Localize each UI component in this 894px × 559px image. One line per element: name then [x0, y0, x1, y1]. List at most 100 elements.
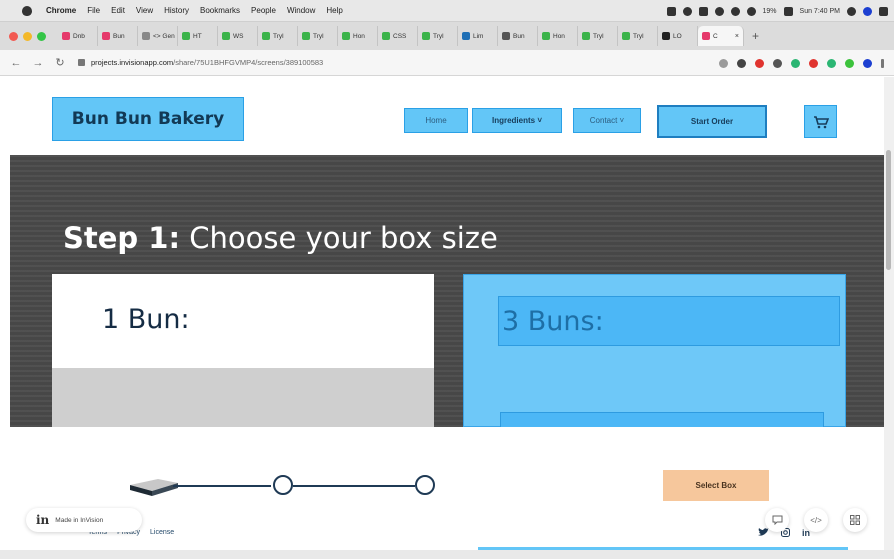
box-option-three-label-hotspot[interactable]: 3 Buns:	[498, 296, 840, 346]
browser-tab[interactable]: LO	[658, 26, 698, 46]
extension-green-icon[interactable]	[845, 58, 854, 68]
tab-favicon	[622, 32, 630, 40]
browser-tab[interactable]: Hon	[538, 26, 578, 46]
menu-edit[interactable]: Edit	[111, 6, 125, 15]
nav-ingredients-hotspot[interactable]: Ingredients ˅	[472, 108, 562, 133]
tab-favicon	[222, 32, 230, 40]
battery-icon[interactable]	[783, 6, 793, 16]
menu-people[interactable]: People	[251, 6, 276, 15]
tab-label: <> Gen	[153, 32, 175, 40]
tab-favicon	[702, 32, 710, 40]
reload-icon[interactable]: ↻	[54, 56, 66, 69]
menu-bar: Chrome File Edit View History Bookmarks …	[0, 0, 894, 22]
url-bar[interactable]: projects.invisionapp.com/share/75U1BHFGV…	[78, 58, 658, 67]
tab-label: Tryl	[633, 32, 644, 40]
tab-favicon	[542, 32, 550, 40]
code-icon: </>	[810, 515, 822, 525]
menu-history[interactable]: History	[164, 6, 189, 15]
browser-tab[interactable]: Tryl	[298, 26, 338, 46]
sync-icon[interactable]	[714, 6, 724, 16]
nav-home: Home	[425, 116, 447, 125]
browser-tab[interactable]: HT	[178, 26, 218, 46]
invision-badge-text: Made in InVision	[55, 516, 104, 524]
menu-bookmarks[interactable]: Bookmarks	[200, 6, 240, 15]
browser-tab[interactable]: Tryl	[618, 26, 658, 46]
prototype-page: Bun Bun Bakery Home Ingredients ˅ Contac…	[10, 77, 884, 550]
spotlight-icon[interactable]	[847, 6, 856, 16]
status-icon[interactable]	[682, 6, 692, 16]
extension-red-icon[interactable]	[809, 58, 818, 68]
invision-badge[interactable]: in Made in InVision	[26, 508, 142, 532]
tab-label: HT	[193, 32, 202, 40]
time-machine-icon[interactable]	[730, 6, 740, 16]
screens-tool-button[interactable]	[843, 508, 867, 532]
menu-clock[interactable]: Sun 7:40 PM	[800, 8, 840, 15]
back-arrow-icon[interactable]: ←	[10, 57, 22, 69]
extension-red-icon[interactable]	[755, 58, 764, 68]
menu-help[interactable]: Help	[326, 6, 342, 15]
new-tab-button[interactable]: +	[752, 29, 759, 43]
comment-tool-button[interactable]	[765, 508, 789, 532]
footer-link-license[interactable]: License	[150, 529, 174, 536]
box-option-one[interactable]: 1 Bun:	[52, 274, 434, 427]
profile-avatar[interactable]	[863, 58, 872, 68]
browser-tab[interactable]: Tryl	[258, 26, 298, 46]
bookmark-star-icon[interactable]	[719, 58, 728, 68]
apple-icon[interactable]	[22, 5, 32, 16]
chrome-menu-icon[interactable]	[881, 58, 884, 68]
twitter-icon[interactable]	[758, 528, 769, 537]
wifi-icon[interactable]	[746, 6, 756, 16]
tab-label: Bun	[513, 32, 525, 40]
browser-tab[interactable]: Bun	[98, 26, 138, 46]
start-order-button[interactable]: Start Order	[657, 105, 767, 138]
tab-favicon	[62, 32, 70, 40]
nav-contact-hotspot[interactable]: Contact ˅	[573, 108, 641, 133]
browser-tab[interactable]: Lim	[458, 26, 498, 46]
forward-arrow-icon[interactable]: →	[32, 57, 44, 69]
browser-tab[interactable]: Dnb	[58, 26, 98, 46]
tab-active[interactable]: C ×	[698, 26, 744, 46]
extension-green-icon[interactable]	[791, 58, 800, 68]
site-header: Bun Bun Bakery Home Ingredients ˅ Contac…	[10, 77, 884, 155]
step-three-marker	[415, 475, 435, 495]
cart-hotspot[interactable]	[804, 105, 837, 138]
browser-tab[interactable]: WS	[218, 26, 258, 46]
extension-green-icon[interactable]	[827, 58, 836, 68]
lock-icon	[78, 59, 85, 66]
browser-tab[interactable]: Bun	[498, 26, 538, 46]
dropbox-icon[interactable]	[666, 6, 676, 16]
scrollbar[interactable]	[884, 77, 894, 550]
browser-tab[interactable]: Hon	[338, 26, 378, 46]
menu-app-name[interactable]: Chrome	[46, 6, 76, 15]
inspect-tool-button[interactable]: </>	[804, 508, 828, 532]
box-option-one-label: 1 Bun:	[102, 304, 190, 335]
close-tab-icon[interactable]: ×	[735, 33, 739, 40]
zoom-window-button[interactable]	[37, 31, 46, 41]
nav-home-hotspot[interactable]: Home	[404, 108, 468, 133]
minimize-window-button[interactable]	[23, 31, 32, 41]
select-box-button[interactable]: Select Box	[663, 470, 769, 501]
cloud-icon[interactable]	[698, 6, 708, 16]
extension-icon[interactable]	[773, 58, 782, 68]
box-option-three-hotspot[interactable]: 3 Buns:	[463, 274, 846, 432]
order-progress: Select Box	[10, 427, 884, 523]
browser-tab[interactable]: CSS	[378, 26, 418, 46]
tab-favicon	[382, 32, 390, 40]
site-logo-hotspot[interactable]: Bun Bun Bakery	[52, 97, 244, 141]
menu-view[interactable]: View	[136, 6, 153, 15]
step-heading: Choose your box size	[180, 221, 498, 255]
browser-tab[interactable]: <> Gen	[138, 26, 178, 46]
siri-icon[interactable]	[863, 6, 872, 16]
select-box-label: Select Box	[695, 481, 737, 490]
menu-file[interactable]: File	[87, 6, 100, 15]
close-window-button[interactable]	[9, 31, 18, 41]
tab-favicon	[182, 32, 190, 40]
site-logo: Bun Bun Bakery	[71, 109, 225, 129]
tab-favicon	[462, 32, 470, 40]
browser-tab[interactable]: Tryl	[578, 26, 618, 46]
scrollbar-thumb[interactable]	[886, 150, 891, 270]
browser-tab[interactable]: Tryl	[418, 26, 458, 46]
extension-icon[interactable]	[737, 58, 746, 68]
menu-window[interactable]: Window	[287, 6, 315, 15]
notification-center-icon[interactable]	[879, 6, 888, 16]
